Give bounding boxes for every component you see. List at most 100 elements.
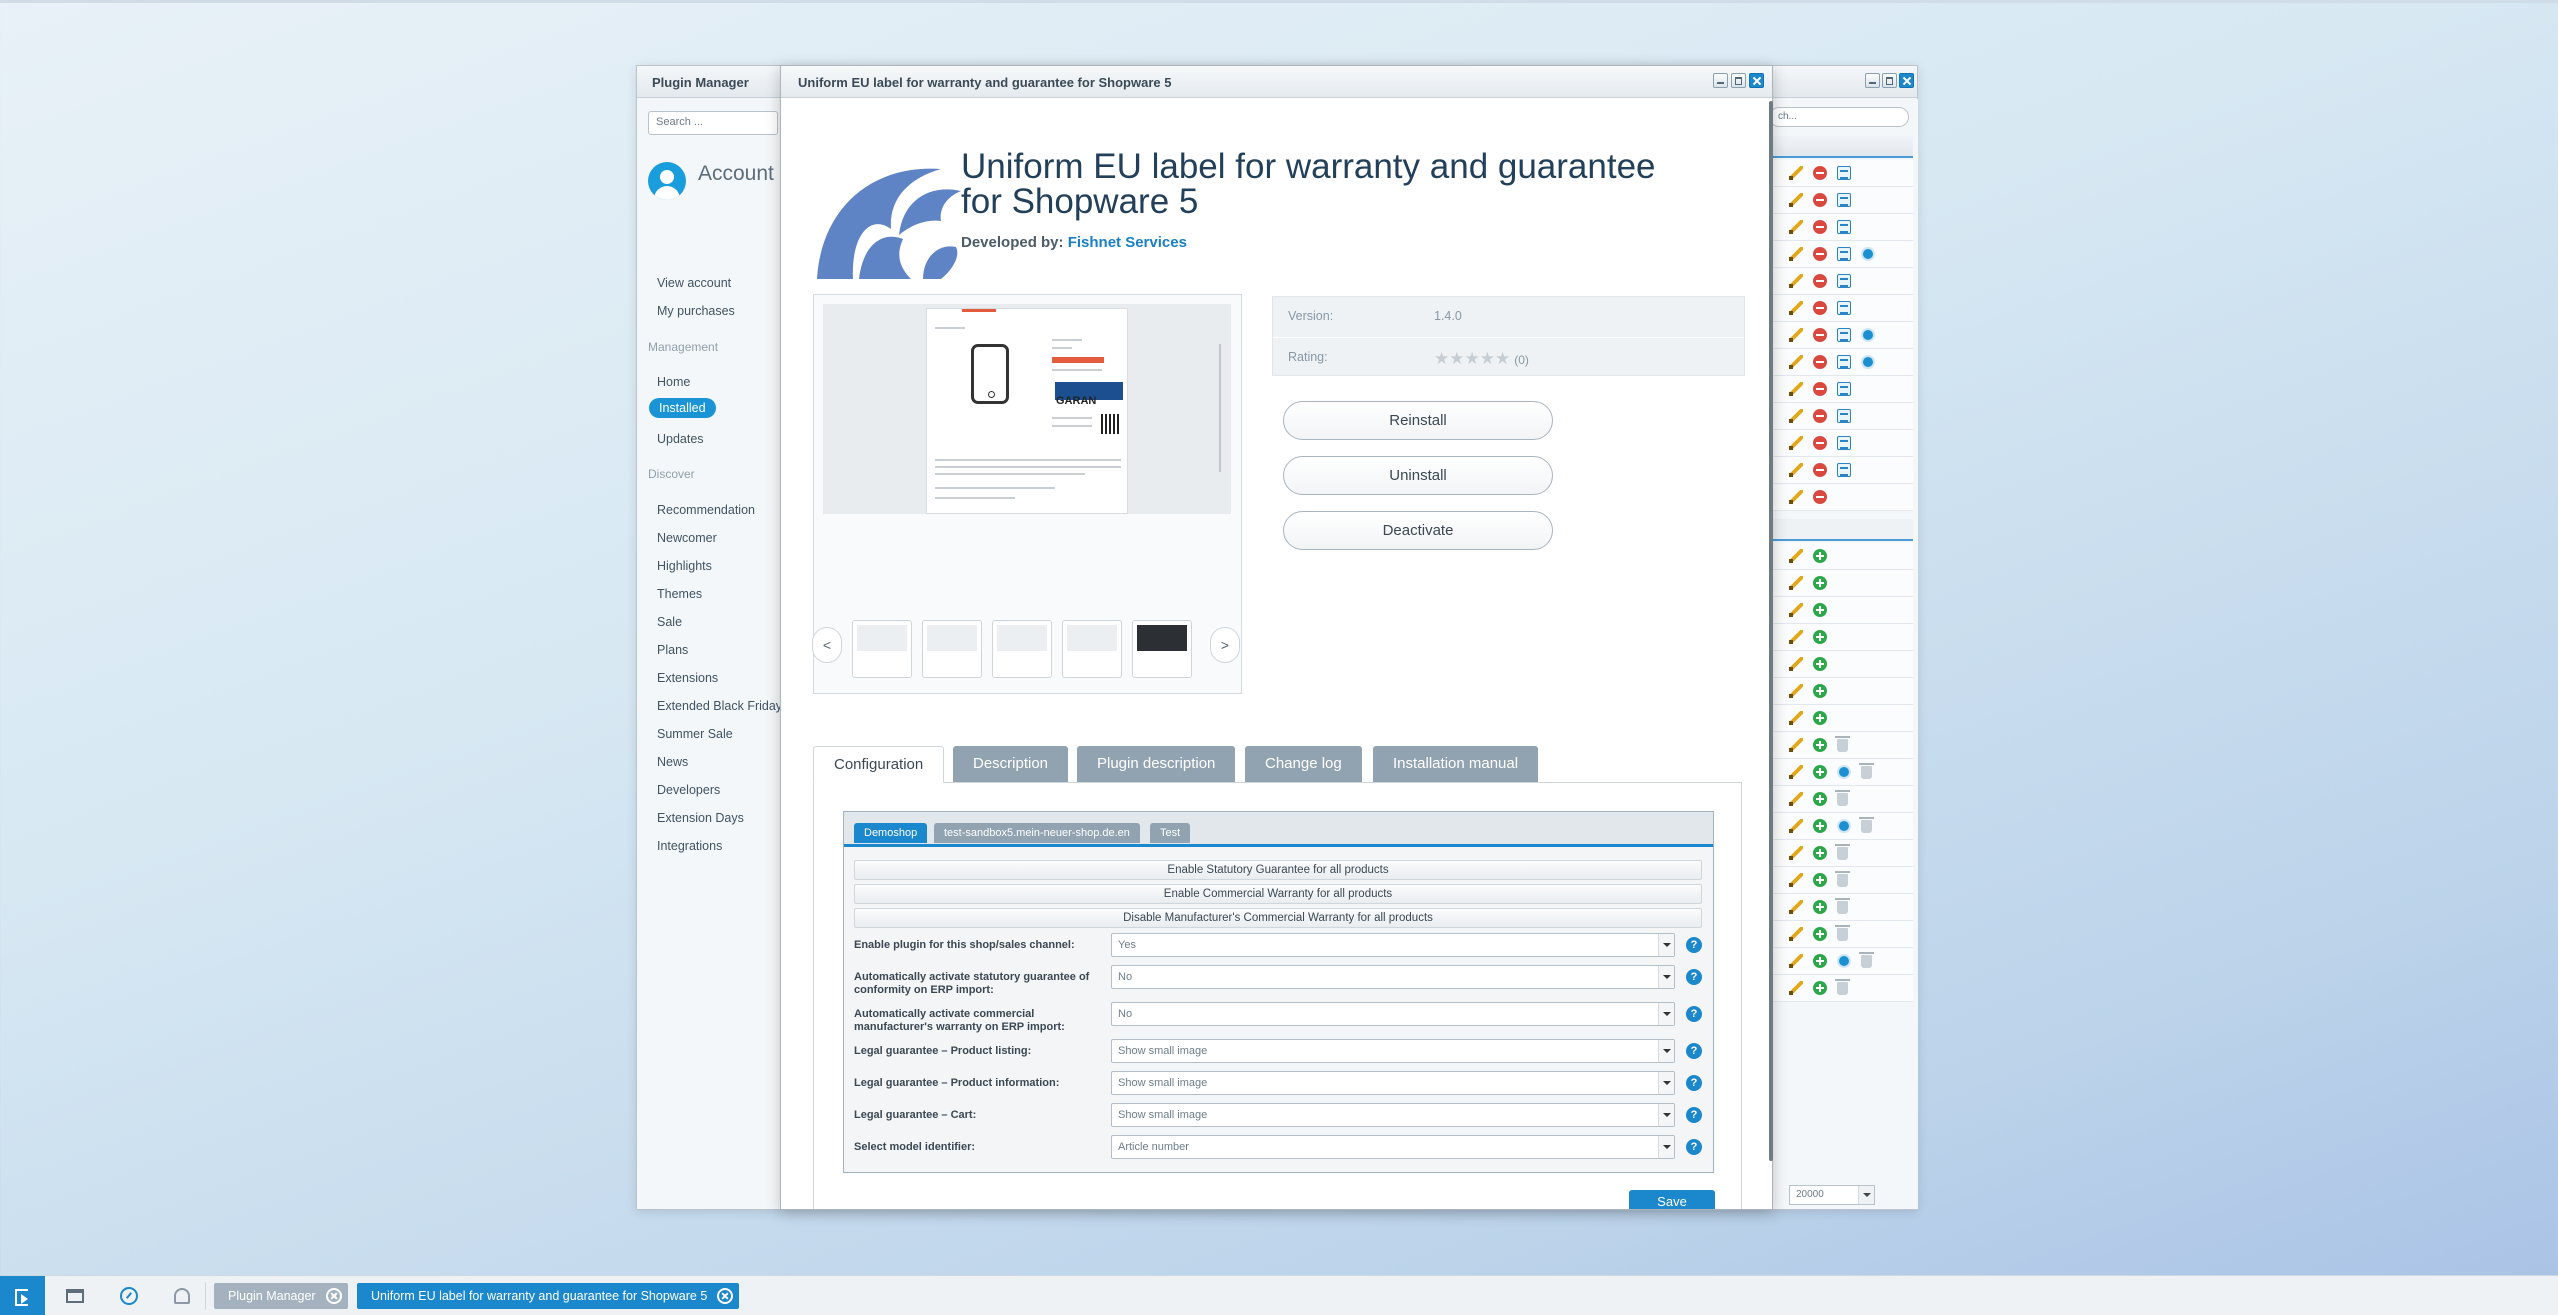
nav-themes[interactable]: Themes [657, 587, 702, 601]
install-icon[interactable] [1813, 549, 1827, 563]
config-window-icon[interactable] [1837, 409, 1851, 423]
install-icon[interactable] [1813, 819, 1827, 833]
edit-pencil-icon[interactable] [1789, 220, 1803, 234]
product-information-select[interactable]: Show small image [1111, 1071, 1675, 1095]
install-icon[interactable] [1813, 684, 1827, 698]
nav-summer-sale[interactable]: Summer Sale [657, 727, 733, 741]
config-window-icon[interactable] [1837, 193, 1851, 207]
detail-scrollbar[interactable] [1769, 101, 1773, 1161]
gallery-thumbnail[interactable] [922, 620, 982, 678]
nav-highlights[interactable]: Highlights [657, 559, 712, 573]
chevron-down-icon[interactable] [1658, 1072, 1674, 1094]
install-icon[interactable] [1813, 765, 1827, 779]
window-switcher-icon[interactable] [66, 1289, 84, 1303]
config-window-icon[interactable] [1837, 463, 1851, 477]
edit-pencil-icon[interactable] [1789, 792, 1803, 806]
config-window-icon[interactable] [1837, 328, 1851, 342]
shop-tab-demoshop[interactable]: Demoshop [854, 823, 928, 843]
nav-plans[interactable]: Plans [657, 643, 688, 657]
edit-pencil-icon[interactable] [1789, 873, 1803, 887]
close-icon[interactable] [717, 1288, 734, 1304]
remove-icon[interactable] [1813, 220, 1827, 234]
commercial-erp-select[interactable]: No [1111, 1002, 1675, 1026]
update-icon[interactable] [1837, 954, 1851, 968]
install-icon[interactable] [1813, 954, 1827, 968]
edit-pencil-icon[interactable] [1789, 409, 1803, 423]
edit-pencil-icon[interactable] [1789, 436, 1803, 450]
edit-pencil-icon[interactable] [1789, 819, 1803, 833]
tab-description[interactable]: Description [953, 746, 1069, 782]
nav-home[interactable]: Home [657, 375, 690, 389]
config-window-icon[interactable] [1837, 274, 1851, 288]
nav-view-account[interactable]: View account [657, 276, 731, 290]
install-icon[interactable] [1813, 603, 1827, 617]
chevron-down-icon[interactable] [1858, 1186, 1874, 1204]
nav-developers[interactable]: Developers [657, 783, 720, 797]
maximize-icon[interactable] [1882, 73, 1897, 88]
install-icon[interactable] [1813, 900, 1827, 914]
developer-link[interactable]: Fishnet Services [1068, 234, 1187, 251]
remove-icon[interactable] [1813, 490, 1827, 504]
config-window-icon[interactable] [1837, 247, 1851, 261]
update-icon[interactable] [1837, 765, 1851, 779]
help-icon[interactable]: ? [1686, 1043, 1702, 1059]
edit-pencil-icon[interactable] [1789, 765, 1803, 779]
tab-installation-manual[interactable]: Installation manual [1373, 746, 1539, 782]
edit-pencil-icon[interactable] [1789, 193, 1803, 207]
install-icon[interactable] [1813, 873, 1827, 887]
maximize-icon[interactable] [1731, 73, 1746, 88]
nav-news[interactable]: News [657, 755, 688, 769]
edit-pencil-icon[interactable] [1789, 549, 1803, 563]
nav-sale[interactable]: Sale [657, 615, 682, 629]
product-listing-select[interactable]: Show small image [1111, 1039, 1675, 1063]
nav-integrations[interactable]: Integrations [657, 839, 722, 853]
edit-pencil-icon[interactable] [1789, 684, 1803, 698]
trash-icon[interactable] [1835, 736, 1850, 752]
edit-pencil-icon[interactable] [1789, 463, 1803, 477]
help-icon[interactable]: ? [1686, 937, 1702, 953]
tab-plugin-description[interactable]: Plugin description [1077, 746, 1236, 782]
edit-pencil-icon[interactable] [1789, 900, 1803, 914]
edit-pencil-icon[interactable] [1789, 328, 1803, 342]
chevron-down-icon[interactable] [1658, 934, 1674, 956]
remove-icon[interactable] [1813, 463, 1827, 477]
uninstall-button[interactable]: Uninstall [1283, 456, 1553, 495]
update-icon[interactable] [1837, 819, 1851, 833]
nav-newcomer[interactable]: Newcomer [657, 531, 717, 545]
nav-my-purchases[interactable]: My purchases [657, 304, 735, 318]
model-identifier-select[interactable]: Article number [1111, 1135, 1675, 1159]
reinstall-button[interactable]: Reinstall [1283, 401, 1553, 440]
edit-pencil-icon[interactable] [1789, 981, 1803, 995]
edit-pencil-icon[interactable] [1789, 657, 1803, 671]
remove-icon[interactable] [1813, 274, 1827, 288]
edit-pencil-icon[interactable] [1789, 954, 1803, 968]
nav-updates[interactable]: Updates [657, 432, 704, 446]
edit-pencil-icon[interactable] [1789, 603, 1803, 617]
statutory-erp-select[interactable]: No [1111, 965, 1675, 989]
install-icon[interactable] [1813, 792, 1827, 806]
trash-icon[interactable] [1859, 763, 1874, 779]
remove-icon[interactable] [1813, 409, 1827, 423]
help-icon[interactable]: ? [1686, 1006, 1702, 1022]
page-size-select[interactable]: 20000 [1789, 1185, 1875, 1205]
edit-pencil-icon[interactable] [1789, 247, 1803, 261]
close-icon[interactable] [1899, 73, 1914, 88]
nav-extensions[interactable]: Extensions [657, 671, 718, 685]
gallery-next-button[interactable]: > [1210, 627, 1240, 663]
chevron-down-icon[interactable] [1658, 966, 1674, 988]
save-button[interactable]: Save [1629, 1190, 1715, 1209]
edit-pencil-icon[interactable] [1789, 846, 1803, 860]
tab-change-log[interactable]: Change log [1245, 746, 1362, 782]
edit-pencil-icon[interactable] [1789, 576, 1803, 590]
nav-installed[interactable]: Installed [649, 398, 716, 418]
account-heading[interactable]: Account [698, 162, 774, 186]
edit-pencil-icon[interactable] [1789, 301, 1803, 315]
config-window-icon[interactable] [1837, 220, 1851, 234]
chevron-down-icon[interactable] [1658, 1040, 1674, 1062]
close-icon[interactable] [1749, 73, 1764, 88]
enable-plugin-select[interactable]: Yes [1111, 933, 1675, 957]
config-window-icon[interactable] [1837, 355, 1851, 369]
chevron-down-icon[interactable] [1658, 1003, 1674, 1025]
help-icon[interactable]: ? [1686, 1107, 1702, 1123]
nav-extension-days[interactable]: Extension Days [657, 811, 744, 825]
